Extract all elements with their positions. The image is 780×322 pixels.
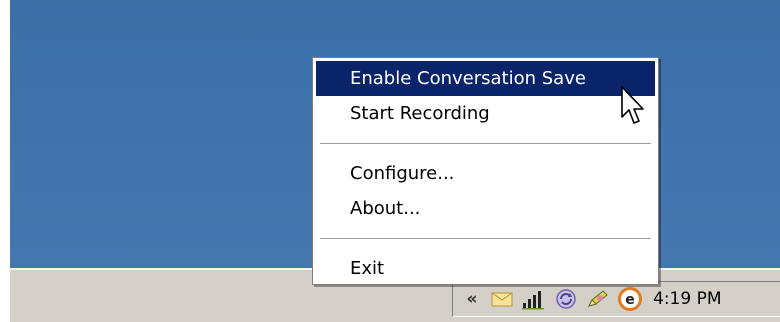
envelope-icon[interactable] [489,286,515,312]
show-hidden-icons-chevron[interactable]: « [461,289,483,309]
system-clock[interactable]: 4:19 PM [653,289,722,309]
menu-item-about[interactable]: About... [316,191,655,226]
svg-text:e: e [625,292,635,308]
mouse-pointer-icon [621,86,644,124]
screen: « e 4:19 PM Enable Conversation Save Sta… [0,0,780,322]
menu-separator [320,238,651,240]
menu-item-enable-conversation-save[interactable]: Enable Conversation Save [316,61,655,96]
system-tray: « e 4:19 PM [452,281,780,317]
tray-context-menu: Enable Conversation Save Start Recording… [312,57,659,285]
menu-item-start-recording[interactable]: Start Recording [316,96,655,131]
e-app-icon[interactable]: e [617,286,643,312]
signal-bars-icon[interactable] [521,286,547,312]
menu-separator [320,143,651,145]
sync-icon[interactable] [553,286,579,312]
menu-item-exit[interactable]: Exit [316,251,655,286]
menu-item-configure[interactable]: Configure... [316,156,655,191]
pencil-icon[interactable] [585,286,611,312]
